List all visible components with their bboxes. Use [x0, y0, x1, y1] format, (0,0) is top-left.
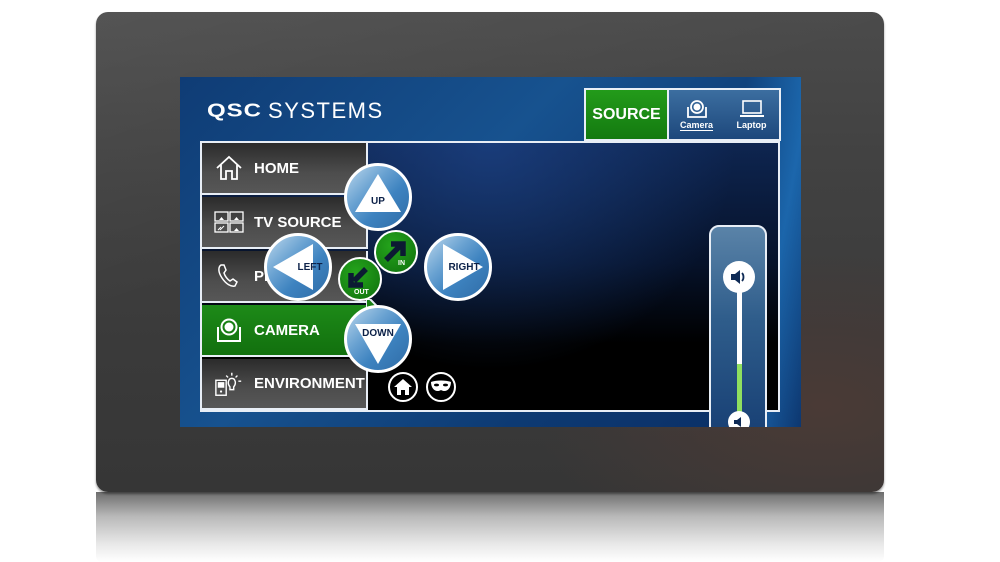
privacy-mask-button[interactable]: [426, 372, 456, 402]
camera-icon: [214, 315, 244, 345]
volume-slider-panel: Volume: [709, 225, 767, 427]
zoom-out-button[interactable]: OUT: [338, 257, 382, 301]
source-selector: SOURCE Camera Laptop: [584, 88, 781, 141]
home-preset-icon: [394, 379, 412, 395]
nav-item-camera[interactable]: CAMERA: [202, 305, 368, 357]
privacy-mask-icon: [431, 380, 451, 392]
tv-source-grid-icon: [214, 207, 244, 237]
nav-item-home[interactable]: HOME: [202, 143, 368, 195]
source-option-laptop[interactable]: Laptop: [724, 90, 779, 139]
house-outline-icon: [214, 153, 244, 183]
laptop-icon: [739, 100, 764, 117]
home-preset-button[interactable]: [388, 372, 418, 402]
volume-up-button[interactable]: [723, 261, 755, 293]
nav-item-home-label: HOME: [254, 159, 299, 177]
nav-item-environment-label: ENVIRONMENT: [254, 375, 365, 392]
down-triangle-icon: [355, 324, 401, 364]
pan-left-label: LEFT: [297, 261, 323, 273]
touch-screen: QSC SYSTEMS SOURCE Camera Laptop HOME TV…: [180, 77, 801, 427]
speaker-loud-icon: [731, 270, 745, 284]
pan-up-button[interactable]: UP: [344, 163, 412, 231]
pan-left-button[interactable]: LEFT: [264, 233, 332, 301]
camera-icon: [686, 100, 707, 118]
source-button[interactable]: SOURCE: [586, 90, 669, 139]
brand-logo-bold: QSC: [207, 100, 263, 121]
brand-logo-light: SYSTEMS: [268, 98, 384, 123]
bezel-reflection: [96, 492, 884, 562]
zoom-in-label: IN: [398, 260, 405, 267]
pan-down-label: DOWN: [362, 327, 394, 339]
environment-lightbulb-icon: [214, 369, 244, 399]
volume-down-button[interactable]: [728, 411, 750, 427]
pan-down-button[interactable]: DOWN: [344, 305, 412, 373]
source-option-laptop-label: Laptop: [736, 120, 767, 130]
source-option-camera[interactable]: Camera: [669, 90, 724, 139]
brand-logo: QSC SYSTEMS: [207, 97, 384, 125]
main-content-area: HOME TV SOURCE CAMERA ENVIRONMENT UP LEF…: [200, 141, 780, 427]
zoom-in-button[interactable]: IN: [374, 230, 418, 274]
nav-item-tv-source-label: TV SOURCE: [254, 213, 342, 231]
source-option-camera-label: Camera: [679, 120, 714, 130]
arrow-up-right-icon: [384, 241, 406, 262]
pan-right-button[interactable]: RIGHT: [424, 233, 492, 301]
pan-up-label: UP: [371, 195, 385, 207]
zoom-out-label: OUT: [354, 289, 369, 296]
phone-handset-icon: [214, 261, 244, 291]
nav-item-camera-label: CAMERA: [254, 321, 320, 339]
pan-right-label: RIGHT: [448, 261, 480, 273]
speaker-quiet-icon: [734, 417, 741, 427]
volume-slider-track[interactable]: [737, 277, 742, 422]
nav-item-environment[interactable]: ENVIRONMENT: [202, 359, 368, 410]
